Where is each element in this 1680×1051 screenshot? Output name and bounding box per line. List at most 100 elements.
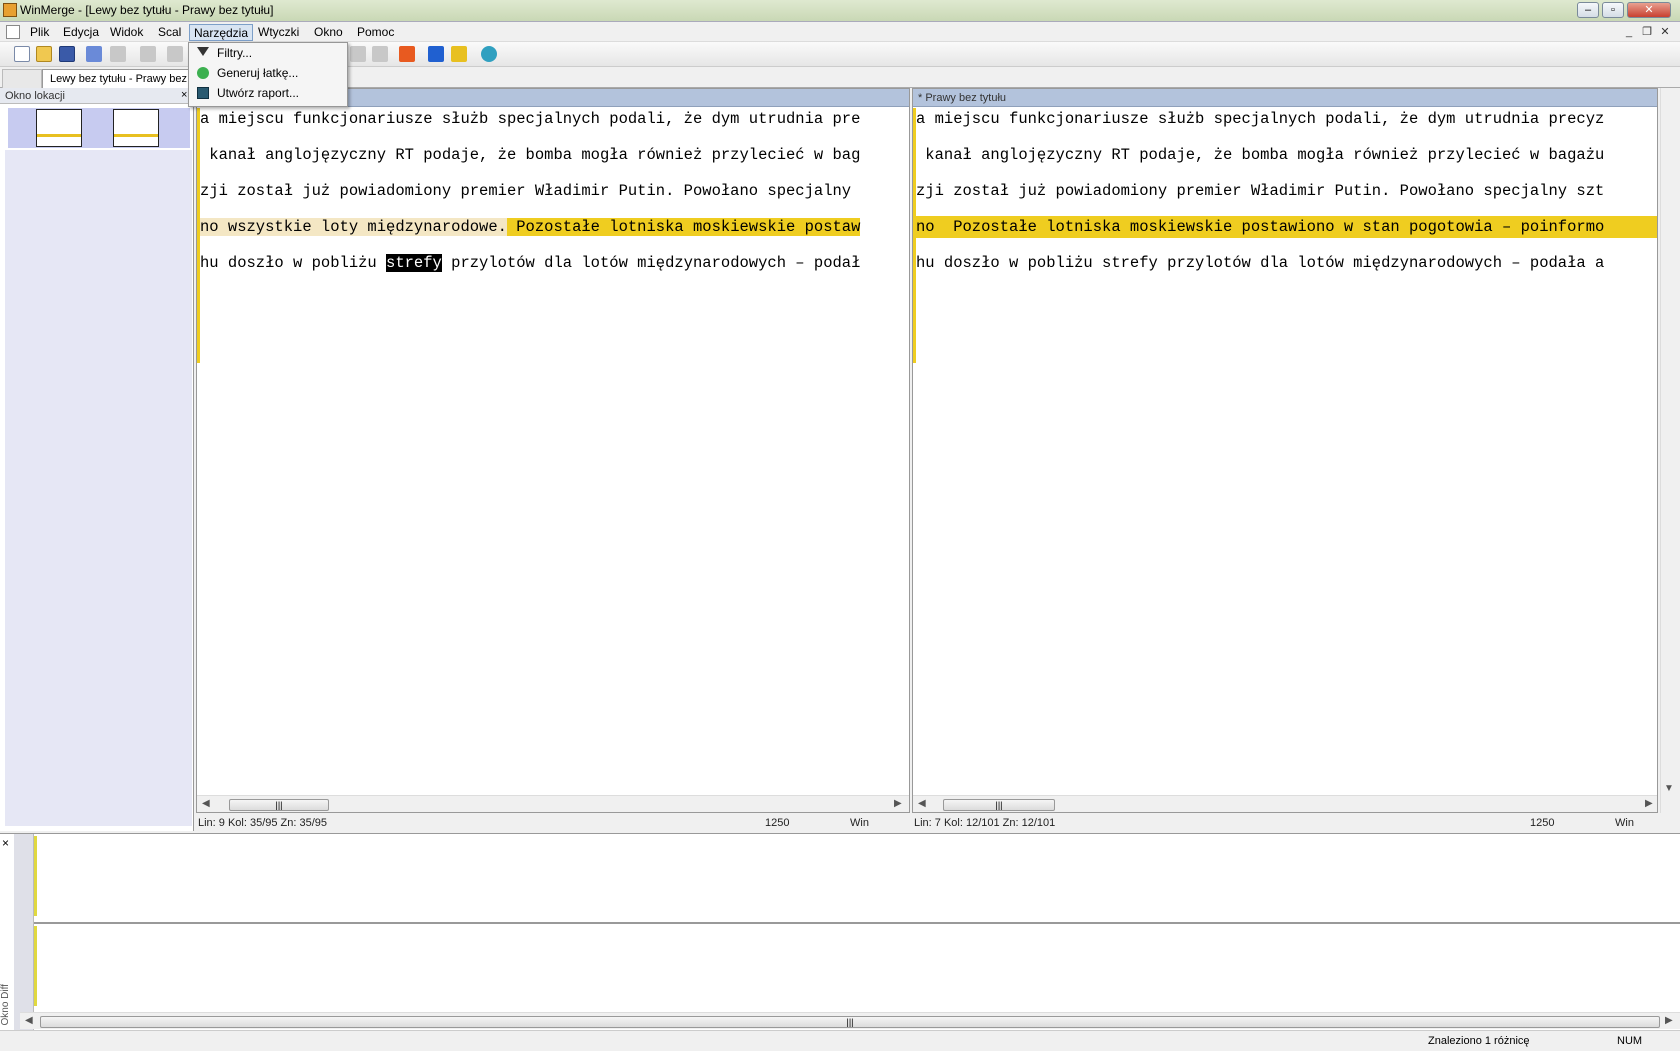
menu-item-create-report[interactable]: Utwórz raport... bbox=[191, 84, 345, 103]
close-window-icon[interactable]: ✕ bbox=[1627, 2, 1671, 18]
copy-right-icon[interactable] bbox=[428, 46, 444, 62]
scroll-down-icon[interactable]: ▼ bbox=[1664, 783, 1674, 794]
left-line-3[interactable]: zji został już powiadomiony premier Wład… bbox=[197, 180, 909, 202]
diff-count-status: Znaleziono 1 różnicę bbox=[1428, 1035, 1530, 1047]
diff-pane-sidebar bbox=[14, 834, 34, 1030]
menu-wtyczki[interactable]: Wtyczki bbox=[254, 24, 303, 41]
menu-item-create-report-label: Utwórz raport... bbox=[217, 86, 300, 100]
mdi-close-icon[interactable]: ✕ bbox=[1658, 25, 1672, 39]
menu-bar: Plik Edycja Widok Scal Narzędzia Wtyczki… bbox=[0, 22, 1680, 42]
location-diff-marker bbox=[114, 134, 158, 137]
num-lock-status: NUM bbox=[1617, 1035, 1643, 1047]
scroll-right-icon[interactable]: ▶ bbox=[1645, 798, 1653, 809]
maximize-icon[interactable]: ▫ bbox=[1602, 2, 1624, 18]
title-bar: WinMerge - [Lewy bez tytułu - Prawy bez … bbox=[0, 0, 1680, 22]
scroll-right-icon[interactable]: ▶ bbox=[1665, 1015, 1673, 1026]
scroll-left-icon[interactable]: ◀ bbox=[918, 798, 926, 809]
right-line-5[interactable]: hu doszło w pobliżu strefy przylotów dla… bbox=[913, 252, 1657, 274]
left-line-4-prefix: no bbox=[200, 218, 228, 236]
scroll-right-icon[interactable]: ▶ bbox=[894, 798, 902, 809]
diff-right-view[interactable] bbox=[34, 926, 1680, 1006]
diff-left-view[interactable] bbox=[34, 836, 1680, 916]
copy-icon[interactable] bbox=[167, 46, 183, 62]
minimize-icon[interactable]: – bbox=[1577, 2, 1599, 18]
diff-hscroll-thumb[interactable]: ||| bbox=[40, 1016, 1660, 1028]
location-diff-marker bbox=[37, 134, 81, 137]
right-vscrollbar[interactable]: ▼ bbox=[1660, 88, 1676, 813]
left-line-4[interactable]: no wszystkie loty międzynarodowe. Pozost… bbox=[197, 216, 909, 238]
right-line-4[interactable]: no Pozostałe lotniska moskiewskie postaw… bbox=[913, 216, 1657, 238]
left-line-2[interactable]: kanał anglojęzyczny RT podaje, że bomba … bbox=[197, 144, 909, 166]
merge-icon[interactable] bbox=[399, 46, 415, 62]
right-hscrollbar[interactable]: ◀ ||| ▶ bbox=[913, 795, 1657, 812]
document-icon[interactable] bbox=[6, 25, 20, 39]
left-eol-status: Win bbox=[850, 817, 869, 829]
location-map[interactable] bbox=[5, 150, 192, 826]
menu-edycja[interactable]: Edycja bbox=[59, 24, 103, 41]
report-icon bbox=[197, 87, 209, 99]
location-pane-title: Okno lokacji bbox=[0, 88, 194, 104]
copy-left-icon[interactable] bbox=[451, 46, 467, 62]
window-title: WinMerge - [Lewy bez tytułu - Prawy bez … bbox=[20, 3, 274, 17]
location-pane: Okno lokacji × bbox=[0, 88, 194, 831]
right-line-2[interactable]: kanał anglojęzyczny RT podaje, że bomba … bbox=[913, 144, 1657, 166]
left-line-1[interactable]: a miejscu funkcjonariusze służb specjaln… bbox=[197, 108, 909, 130]
mdi-minimize-icon[interactable]: _ bbox=[1622, 25, 1636, 39]
right-line-3[interactable]: zji został już powiadomiony premier Wład… bbox=[913, 180, 1657, 202]
menu-narzedzia[interactable]: Narzędzia bbox=[189, 24, 254, 41]
left-hscrollbar[interactable]: ◀ ||| ▶ bbox=[197, 795, 909, 812]
refresh-icon[interactable] bbox=[481, 46, 497, 62]
patch-icon bbox=[197, 67, 209, 79]
right-position-status: Lin: 7 Kol: 12/101 Zn: 12/101 bbox=[914, 817, 1056, 829]
right-pane-title: * Prawy bez tytułu bbox=[913, 89, 1657, 107]
left-codepage-status: 1250 bbox=[765, 817, 790, 829]
left-line-4-rest: Pozostałe lotniska moskiewskie postaw bbox=[506, 218, 861, 236]
location-left-block bbox=[36, 109, 82, 147]
left-line-4-removed: wszystkie loty międzynarodowe. bbox=[227, 218, 507, 236]
scroll-left-icon[interactable]: ◀ bbox=[202, 798, 210, 809]
save-icon[interactable] bbox=[59, 46, 75, 62]
tab-document[interactable]: Lewy bez tytułu - Prawy bez tytułu bbox=[42, 69, 192, 88]
new-icon[interactable] bbox=[14, 46, 30, 62]
diff-hscrollbar[interactable]: ◀ ||| ▶ bbox=[20, 1012, 1680, 1029]
undo-icon[interactable] bbox=[86, 46, 102, 62]
open-icon[interactable] bbox=[36, 46, 52, 62]
left-hscroll-thumb[interactable]: ||| bbox=[229, 799, 329, 811]
left-line-5[interactable]: hu doszło w pobliżu strefy przylotów dla… bbox=[197, 252, 909, 274]
diff-pane: × Okno Diff ◀ ||| ▶ bbox=[0, 833, 1680, 1030]
menu-item-filters-label: Filtry... bbox=[217, 46, 253, 60]
tools-dropdown-menu: Filtry... Generuj łatkę... Utwórz raport… bbox=[188, 42, 348, 107]
scroll-left-icon[interactable]: ◀ bbox=[25, 1015, 33, 1026]
options-icon[interactable] bbox=[140, 46, 156, 62]
menu-widok[interactable]: Widok bbox=[106, 24, 147, 41]
app-icon bbox=[3, 3, 17, 17]
mdi-restore-icon[interactable]: ❐ bbox=[1640, 25, 1654, 39]
right-line-1[interactable]: a miejscu funkcjonariusze służb specjaln… bbox=[913, 108, 1657, 130]
menu-scal[interactable]: Scal bbox=[154, 24, 185, 41]
location-viewport[interactable] bbox=[8, 108, 190, 148]
left-line-5-a: hu doszło w pobliżu bbox=[200, 254, 387, 272]
right-hscroll-thumb[interactable]: ||| bbox=[943, 799, 1055, 811]
left-line-5-selection: strefy bbox=[386, 254, 442, 272]
right-eol-status: Win bbox=[1615, 817, 1634, 829]
menu-plik[interactable]: Plik bbox=[26, 24, 53, 41]
left-pane[interactable]: a miejscu funkcjonariusze służb specjaln… bbox=[196, 88, 910, 813]
location-right-block bbox=[113, 109, 159, 147]
diff-close-icon[interactable]: × bbox=[2, 836, 9, 850]
menu-okno[interactable]: Okno bbox=[310, 24, 347, 41]
prev-diff-icon[interactable] bbox=[350, 46, 366, 62]
right-pane[interactable]: * Prawy bez tytułu a miejscu funkcjonari… bbox=[912, 88, 1658, 813]
location-close-icon[interactable]: × bbox=[181, 89, 187, 101]
status-bar: Znaleziono 1 różnicę NUM bbox=[0, 1030, 1680, 1050]
left-position-status: Lin: 9 Kol: 35/95 Zn: 35/95 bbox=[198, 817, 328, 829]
diff-splitter[interactable] bbox=[34, 922, 1680, 924]
menu-item-generate-patch-label: Generuj łatkę... bbox=[217, 66, 299, 80]
diff-pane-label: Okno Diff bbox=[0, 984, 11, 1026]
next-diff-icon[interactable] bbox=[372, 46, 388, 62]
menu-item-generate-patch[interactable]: Generuj łatkę... bbox=[191, 64, 345, 83]
menu-pomoc[interactable]: Pomoc bbox=[353, 24, 398, 41]
redo-icon[interactable] bbox=[110, 46, 126, 62]
filter-icon bbox=[197, 47, 209, 56]
tab-inactive[interactable] bbox=[2, 69, 42, 88]
menu-item-filters[interactable]: Filtry... bbox=[191, 44, 345, 63]
